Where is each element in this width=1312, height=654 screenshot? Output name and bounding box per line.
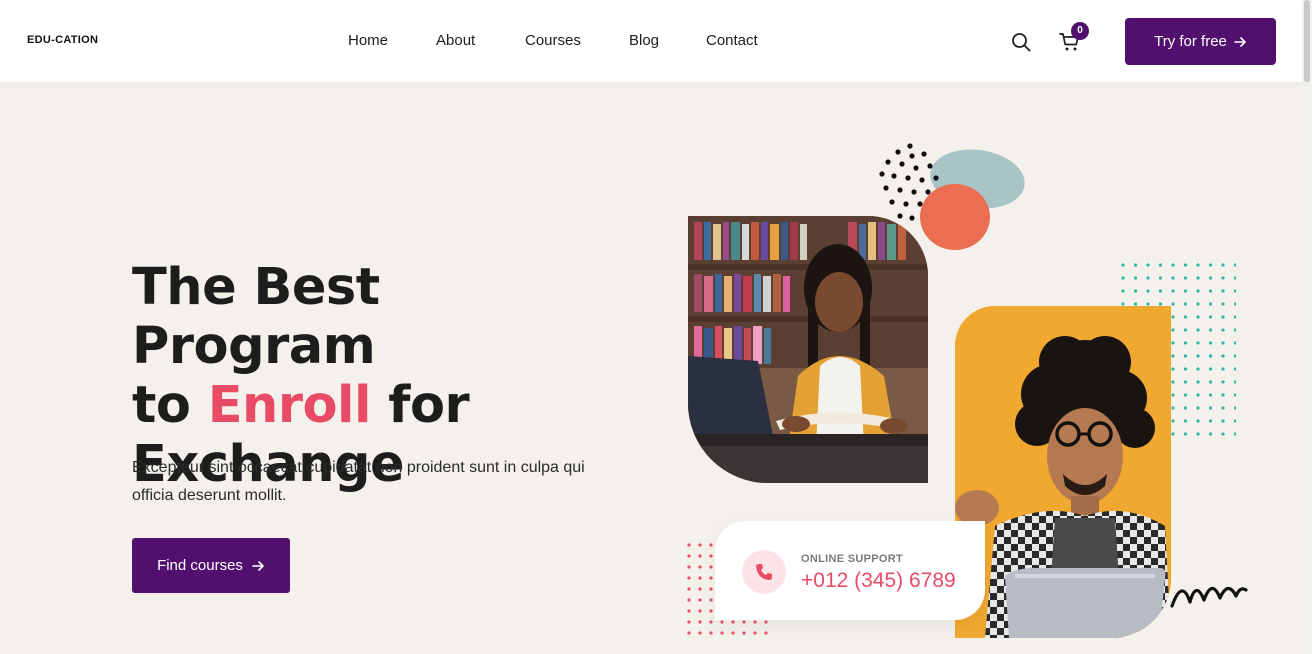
hero-title-to: to (132, 376, 191, 435)
hero-description: Excepteur sint occaecat cupidatat non pr… (132, 459, 585, 504)
site-header: EDU-CATION Home About Courses Blog Conta… (0, 0, 1302, 82)
arrow-right-icon (1234, 36, 1246, 47)
find-courses-button[interactable]: Find courses (132, 538, 290, 593)
decor-black-dots (879, 143, 939, 221)
try-for-free-button[interactable]: Try for free (1125, 18, 1276, 65)
student-thinking-photo (955, 306, 1171, 638)
cart-count-badge: 0 (1071, 22, 1089, 40)
support-label: ONLINE SUPPORT (801, 553, 903, 565)
phone-icon (742, 550, 786, 594)
try-for-free-label: Try for free (1154, 33, 1227, 50)
decor-black-squiggle (1170, 586, 1248, 608)
page-scrollbar[interactable] (1302, 0, 1312, 654)
support-phone-number[interactable]: +012 (345) 6789 (801, 569, 956, 593)
nav-courses[interactable]: Courses (525, 32, 581, 49)
online-support-card[interactable]: ONLINE SUPPORT +012 (345) 6789 (715, 521, 985, 620)
find-courses-label: Find courses (157, 557, 243, 574)
nav-contact[interactable]: Contact (706, 32, 758, 49)
student-reading-photo (688, 216, 928, 483)
search-icon[interactable] (1010, 31, 1032, 53)
hero-title-line1: The Best Program (132, 258, 380, 376)
nav-about[interactable]: About (436, 32, 475, 49)
hero-title-for: for (388, 376, 470, 435)
nav-home[interactable]: Home (348, 32, 388, 49)
site-logo[interactable]: EDU-CATION (27, 34, 98, 46)
scrollbar-thumb[interactable] (1304, 0, 1310, 82)
nav-blog[interactable]: Blog (629, 32, 659, 49)
hero-title-accent: Enroll (207, 376, 372, 435)
arrow-right-icon (252, 560, 264, 571)
